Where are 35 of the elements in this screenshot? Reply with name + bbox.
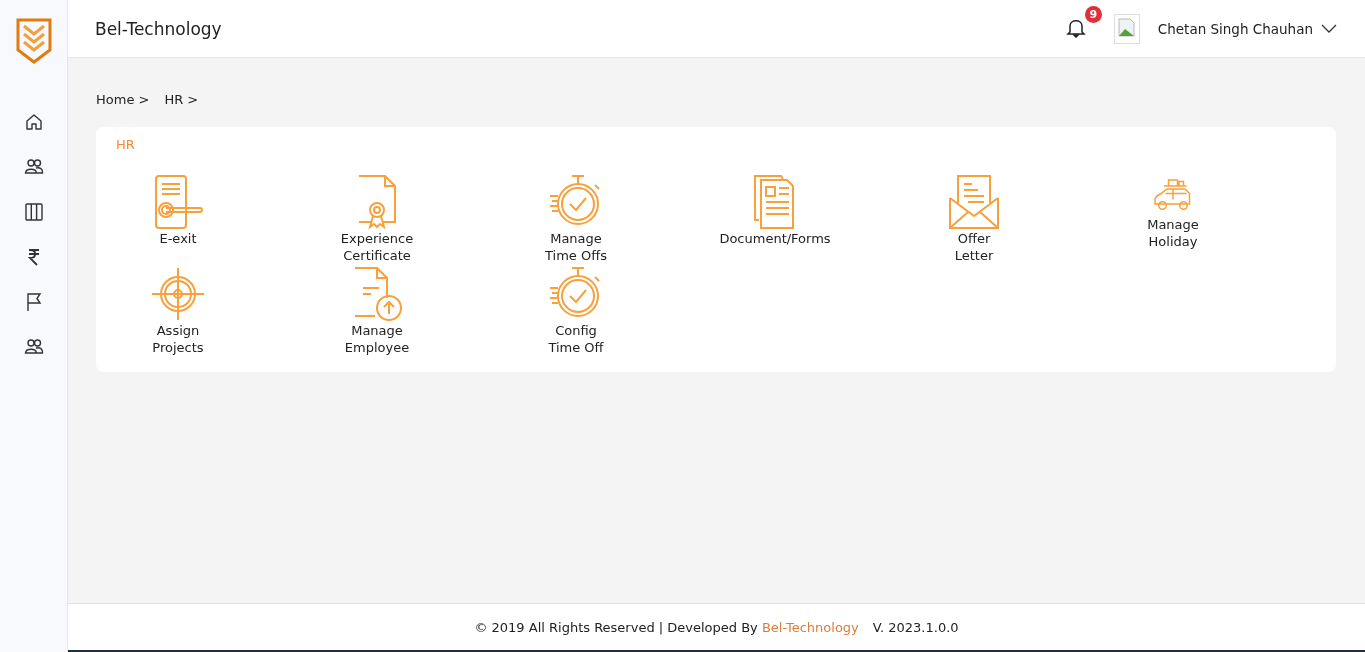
tile-label: Document/Forms [719,230,831,247]
envelope-icon [946,174,1002,230]
module-tile[interactable]: Assign Projects [116,266,240,356]
tile-label: Assign Projects [152,322,204,356]
tile-label: Manage Time Offs [545,230,607,264]
notification-count: 9 [1084,5,1102,23]
users-icon[interactable] [23,157,44,177]
version-text: V. 2023.1.0.0 [872,619,959,635]
module-tile[interactable]: Experience Certificate [315,174,439,264]
module-tile[interactable]: Offer Letter [912,174,1036,264]
module-tile[interactable]: Document/Forms [713,174,837,264]
app-title: Bel-Technology [95,18,222,39]
tile-label: Offer Letter [954,230,994,264]
tile-label: E-exit [159,230,197,247]
module-tile[interactable]: E-exit [116,174,240,264]
breadcrumb-link[interactable]: HR > [164,92,199,107]
shield-logo-icon [15,18,52,64]
tile-label: Manage Holiday [1147,216,1199,250]
tile-label: Config Time Off [548,322,604,356]
avatar-icon[interactable] [1113,13,1140,44]
module-tile[interactable]: Manage Employee [315,266,439,356]
panel-title: HR [116,137,136,152]
home-icon[interactable] [23,112,44,132]
breadcrumb-link[interactable]: Home > [96,92,150,107]
module-tile[interactable]: Config Time Off [514,266,638,356]
module-tile[interactable]: Manage Time Offs [514,174,638,264]
tile-label: Experience Certificate [340,230,414,264]
user-menu[interactable]: Chetan Singh Chauhan [1157,20,1337,37]
copyright-text: © 2019 All Rights Reserved | Developed By Bel-Technology [474,619,859,635]
columns-icon[interactable] [23,202,44,222]
users-icon[interactable] [23,337,44,357]
tile-label: Manage Employee [344,322,410,356]
crosshair-icon [150,266,206,322]
module-tile[interactable]: Manage Holiday [1111,174,1235,264]
chevron-down-icon [1321,23,1337,34]
